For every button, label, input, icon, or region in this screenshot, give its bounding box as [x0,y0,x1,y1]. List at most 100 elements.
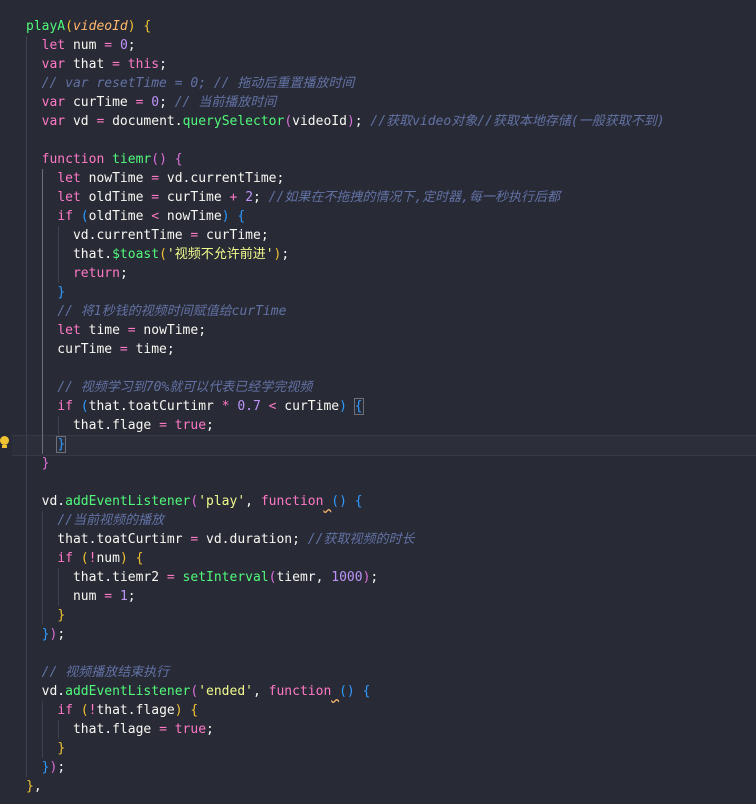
code-token: curTime [159,190,230,205]
code-line[interactable]: vd.currentTime = curTime; [26,226,665,245]
code-token: that. [88,399,128,414]
code-token: that. [26,532,97,547]
code-token: time [80,323,128,338]
code-line[interactable]: if (that.toatCurtimr * 0.7 < curTime) { [26,397,665,416]
code-token: curTime [26,342,120,357]
code-line[interactable]: } [26,606,665,625]
code-token: curTime; [198,228,269,243]
code-content[interactable]: playA(videoId) { let num = 0; var that =… [26,17,665,796]
code-line[interactable]: } [26,435,665,454]
code-token: = [119,342,128,357]
code-line[interactable]: return; [26,264,665,283]
code-token: vd [65,114,97,129]
code-token: function [41,152,105,167]
code-token: curTime [276,399,340,414]
code-line[interactable]: var curTime = 0; // 当前播放时间 [26,93,665,112]
code-token: let [57,171,81,186]
code-line[interactable]: let nowTime = vd.currentTime; [26,169,665,188]
code-token: ; [276,171,285,186]
code-line[interactable]: that.$toast('视频不允许前进'); [26,245,665,264]
code-token: toatCurtimr [96,532,183,547]
code-line[interactable]: if (!that.flage) { [26,701,665,720]
code-line[interactable]: }); [26,625,665,644]
code-line[interactable] [26,473,665,492]
code-token: let [57,190,81,205]
code-token: true [174,418,207,433]
code-line[interactable]: let num = 0; [26,36,665,55]
code-token: vd. [26,228,97,243]
code-line[interactable]: that.tiemr2 = setInterval(tiemr, 1000); [26,568,665,587]
code-line[interactable] [26,131,665,150]
code-line[interactable]: let time = nowTime; [26,321,665,340]
code-line[interactable] [26,644,665,663]
code-line[interactable] [26,359,665,378]
code-token: , [253,684,269,699]
code-line[interactable]: var vd = document.querySelector(videoId)… [26,112,665,131]
code-line[interactable]: curTime = time; [26,340,665,359]
code-line[interactable]: vd.addEventListener('play', function () … [26,492,665,511]
code-token: ) [127,19,136,34]
code-token: // 视频播放结束执行 [41,665,170,680]
code-line[interactable]: // 视频学习到70%就可以代表已经学完视频 [26,378,665,397]
code-token: nowTime [159,209,222,224]
code-line[interactable]: playA(videoId) { [26,17,665,36]
code-token: { [362,684,371,699]
code-line[interactable]: }, [26,777,665,796]
code-line[interactable]: num = 1; [26,587,665,606]
code-token: ) [346,114,355,129]
code-token: addEventListener [65,494,191,509]
code-token: { [353,398,364,415]
code-token: ; [253,190,269,205]
code-token: 0 [151,95,160,110]
code-line[interactable]: function tiemr() { [26,150,665,169]
code-token: = [159,722,167,737]
editor-gutter [0,0,12,804]
code-line[interactable]: var that = this; [26,55,665,74]
lightbulb-icon[interactable] [0,436,9,450]
code-token: ( [284,114,293,129]
code-line[interactable]: } [26,283,665,302]
code-line[interactable]: that.flage = true; [26,416,665,435]
code-token: ; [159,95,175,110]
code-line[interactable]: } [26,454,665,473]
code-token: ( [65,19,73,34]
code-line[interactable]: if (!num) { [26,549,665,568]
code-line[interactable]: // 视频播放结束执行 [26,663,665,682]
code-token: 'ended' [198,684,253,699]
code-token: //获取视频的时长 [307,532,415,547]
code-token: //如果在不拖拽的情况下,定时器,每一秒执行后都 [268,190,560,205]
code-line[interactable]: // 将1秒钱的视频时间赋值给curTime [26,302,665,321]
code-line[interactable]: //当前视频的播放 [26,511,665,530]
code-token: playA [26,19,66,34]
code-token: // 视频学习到70%就可以代表已经学完视频 [57,380,313,395]
code-line[interactable]: that.toatCurtimr = vd.duration; //获取视频的时… [26,530,665,549]
code-line[interactable]: vd.addEventListener('ended', function ()… [26,682,665,701]
code-token: ; [370,570,379,585]
code-line[interactable]: that.flage = true; [26,720,665,739]
code-line[interactable]: let oldTime = curTime + 2; //如果在不拖拽的情况下,… [26,188,665,207]
code-line[interactable]: } [26,739,665,758]
code-token: { [190,703,199,718]
code-token: ) [221,209,230,224]
code-line[interactable]: }); [26,758,665,777]
code-line[interactable]: // var resetTime = 0; // 拖动后重置播放时间 [26,74,665,93]
code-editor[interactable]: playA(videoId) { let num = 0; var that =… [0,0,756,804]
code-line[interactable]: if (oldTime < nowTime) { [26,207,665,226]
code-token: vd. [198,532,230,547]
code-token: oldTime [88,209,152,224]
